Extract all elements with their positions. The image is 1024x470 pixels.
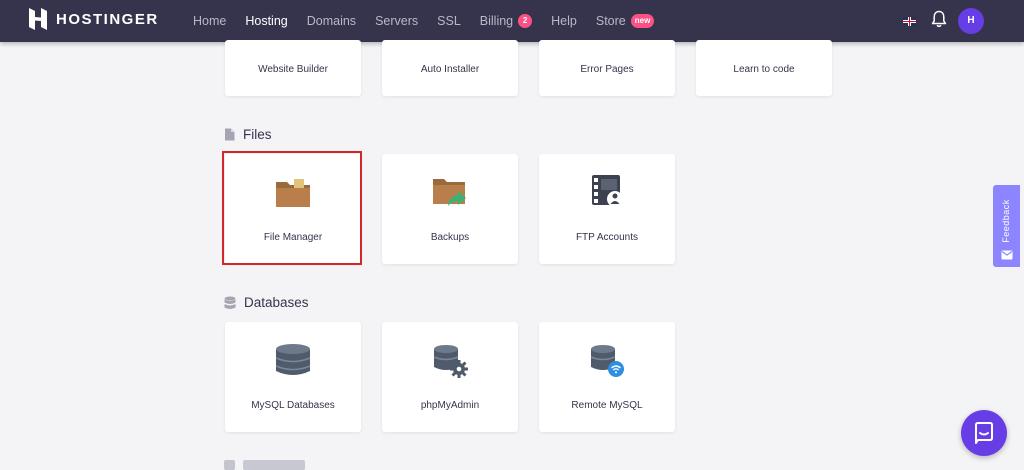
card-learn-to-code[interactable]: Learn to code: [696, 40, 832, 96]
feedback-tab[interactable]: Feedback: [993, 185, 1020, 267]
card-label: FTP Accounts: [575, 232, 639, 243]
card-label: Remote MySQL: [571, 400, 643, 411]
card-remote-mysql[interactable]: Remote MySQL: [539, 322, 675, 432]
nav-help[interactable]: Help: [551, 14, 577, 28]
nav-home[interactable]: Home: [193, 14, 226, 28]
brand-name: HOSTINGER: [56, 10, 159, 28]
hostinger-logo[interactable]: HOSTINGER: [28, 7, 159, 31]
chat-icon: [975, 422, 993, 444]
database-remote-icon: [539, 343, 675, 379]
card-label: Learn to code: [733, 64, 795, 75]
section-title-databases: Databases: [224, 295, 309, 310]
bell-icon[interactable]: [931, 10, 947, 33]
nav-billing[interactable]: Billing 2: [480, 14, 533, 28]
store-new-badge: new: [630, 14, 655, 28]
user-avatar[interactable]: H: [958, 8, 984, 34]
card-label: Website Builder: [258, 64, 328, 75]
card-label: Error Pages: [580, 64, 634, 75]
card-error-pages[interactable]: Error Pages: [539, 40, 675, 96]
chat-launcher-button[interactable]: [961, 410, 1007, 456]
card-label: Auto Installer: [420, 64, 480, 75]
card-auto-installer[interactable]: Auto Installer: [382, 40, 518, 96]
card-ftp-accounts[interactable]: FTP Accounts: [539, 154, 675, 264]
hostinger-logo-icon: [29, 8, 47, 30]
card-phpmyadmin[interactable]: phpMyAdmin: [382, 322, 518, 432]
nav-hosting[interactable]: Hosting: [245, 14, 287, 28]
card-label: Backups: [430, 232, 470, 243]
card-file-manager[interactable]: File Manager: [225, 154, 361, 264]
uk-flag-icon[interactable]: [903, 16, 916, 26]
feedback-envelope-icon: [1001, 247, 1013, 265]
feedback-label: Feedback: [1001, 199, 1011, 243]
database-section-icon: [224, 296, 236, 310]
user-controls: H: [903, 0, 984, 42]
folder-backup-icon: [382, 174, 518, 210]
card-website-builder[interactable]: Website Builder: [225, 40, 361, 96]
nav-store[interactable]: Store new: [596, 14, 655, 28]
card-mysql-databases[interactable]: MySQL Databases: [225, 322, 361, 432]
section-title-cutoff: [224, 460, 305, 470]
ftp-accounts-icon: [539, 173, 675, 209]
card-label: phpMyAdmin: [420, 400, 480, 411]
card-backups[interactable]: Backups: [382, 154, 518, 264]
nav-domains[interactable]: Domains: [307, 14, 356, 28]
card-label: MySQL Databases: [251, 400, 335, 411]
section-title-files: Files: [224, 127, 272, 142]
card-label: File Manager: [263, 232, 323, 243]
nav-servers[interactable]: Servers: [375, 14, 418, 28]
folder-icon: [225, 177, 361, 209]
billing-count-badge: 2: [518, 14, 533, 28]
main-nav: Home Hosting Domains Servers SSL Billing…: [193, 0, 673, 42]
nav-ssl[interactable]: SSL: [437, 14, 461, 28]
database-gear-icon: [382, 343, 518, 379]
top-navbar: HOSTINGER Home Hosting Domains Servers S…: [0, 0, 1024, 42]
database-icon: [225, 342, 361, 378]
file-section-icon: [224, 128, 235, 141]
